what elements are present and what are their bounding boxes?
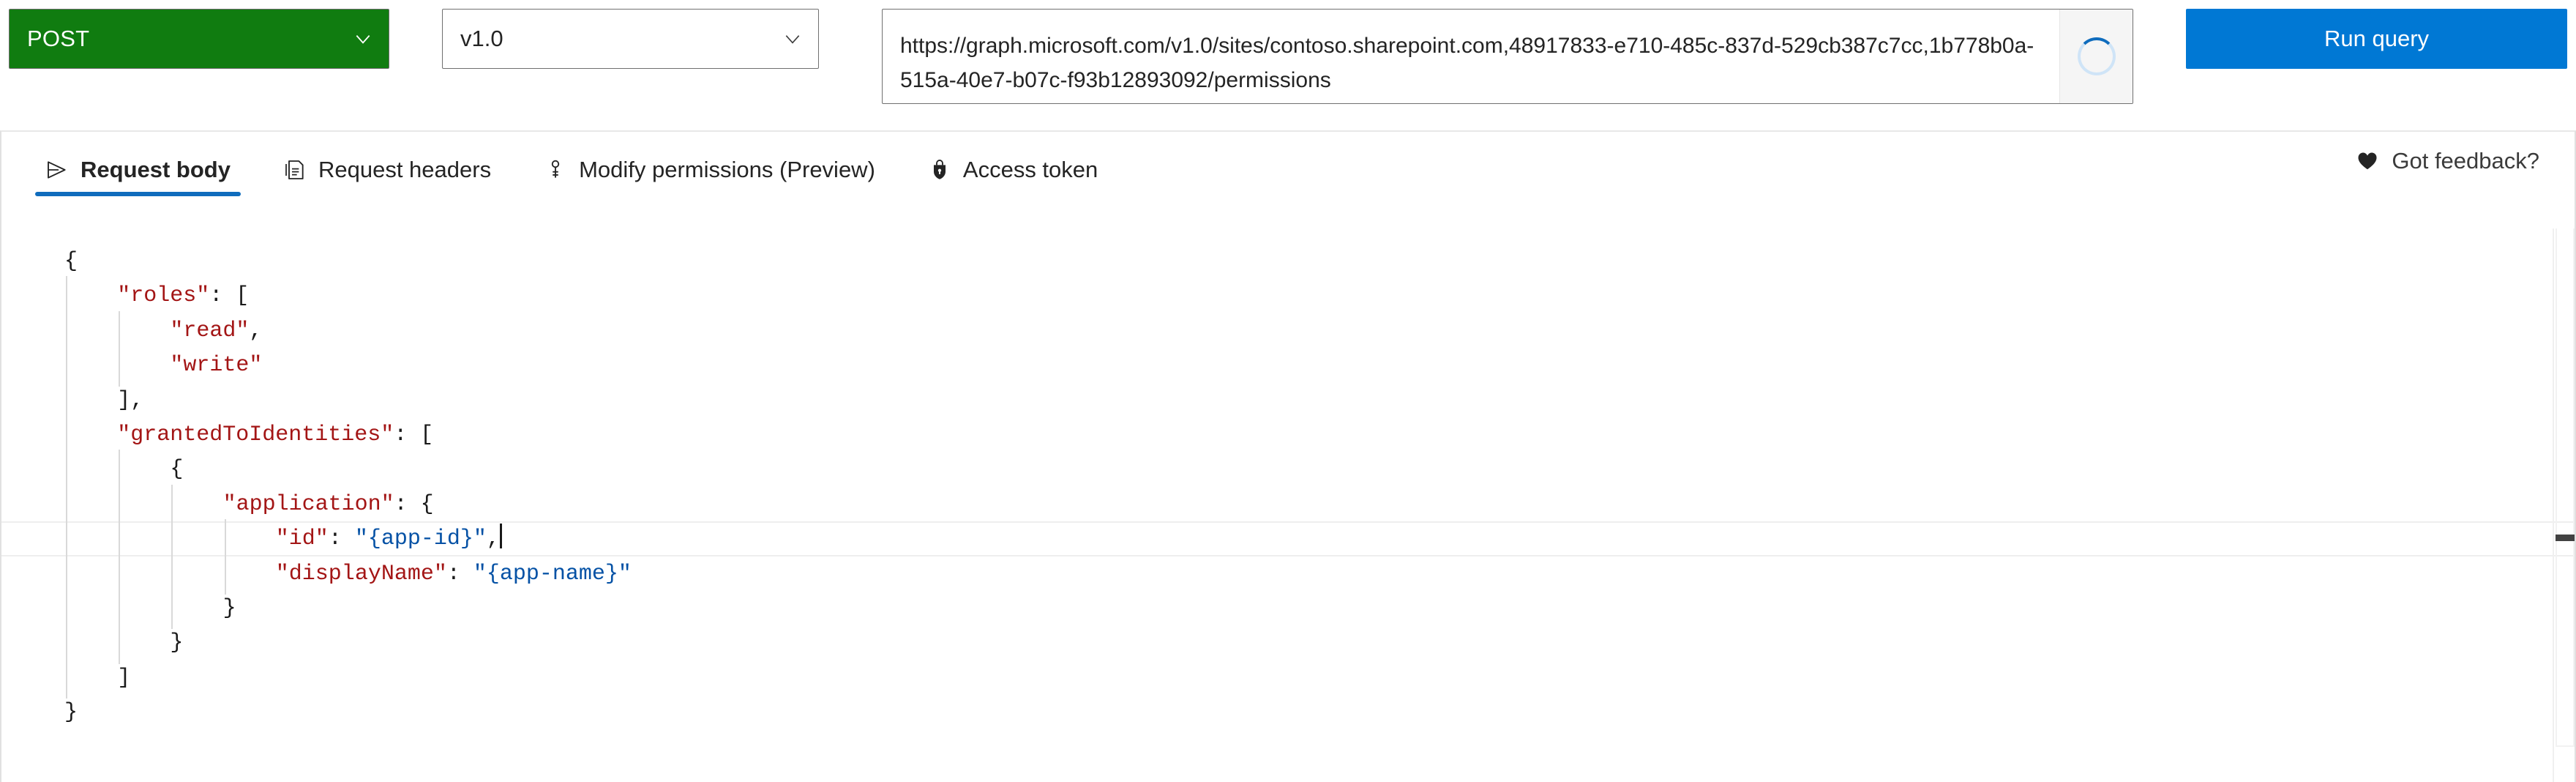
code-token-str: "{app-name}" <box>473 561 632 586</box>
code-token-str: "{app-id}" <box>354 526 487 552</box>
code-line[interactable]: } <box>1 592 236 626</box>
api-version-dropdown[interactable]: v1.0 <box>442 9 819 69</box>
text-cursor <box>499 524 502 549</box>
code-line[interactable]: "read", <box>1 314 262 349</box>
run-query-button[interactable]: Run query <box>2186 9 2567 69</box>
request-tab-strip: Request body Request headers Modify perm… <box>1 132 2575 228</box>
code-token-pun: : <box>328 526 355 552</box>
active-tab-underline <box>35 192 241 196</box>
loading-spinner-icon <box>2077 37 2116 75</box>
code-token-key: "id" <box>275 526 329 552</box>
chevron-down-icon <box>356 35 370 44</box>
request-panel: Request body Request headers Modify perm… <box>0 130 2576 782</box>
code-token-pun: ], <box>117 387 144 413</box>
request-url-field[interactable]: https://graph.microsoft.com/v1.0/sites/c… <box>882 9 2133 104</box>
cursor-position-marker <box>2556 534 2575 541</box>
code-line[interactable]: } <box>1 626 183 660</box>
code-line[interactable]: "write" <box>1 349 262 383</box>
code-token-pun: } <box>170 630 184 656</box>
heart-icon <box>2358 152 2377 170</box>
http-method-dropdown[interactable]: POST <box>9 9 389 69</box>
graph-explorer-request-pane: POST v1.0 https://graph.microsoft.com/v1… <box>0 0 2576 782</box>
code-line[interactable]: } <box>1 696 78 730</box>
code-line[interactable]: ], <box>1 384 143 418</box>
tab-request-headers-label: Request headers <box>318 157 492 182</box>
code-line[interactable]: "grantedToIdentities": [ <box>1 418 433 453</box>
tab-request-body[interactable]: Request body <box>35 132 241 208</box>
code-token-pun: { <box>170 457 184 483</box>
code-token-pun: ] <box>117 665 131 690</box>
code-token-pun: , <box>249 318 263 343</box>
query-bar: POST v1.0 https://graph.microsoft.com/v1… <box>0 0 2576 130</box>
code-token-pun: : [ <box>394 422 434 447</box>
http-method-value: POST <box>27 26 90 51</box>
key-icon <box>551 160 560 178</box>
code-line[interactable]: "id": "{app-id}", <box>1 522 502 556</box>
code-token-pun: : [ <box>209 283 250 309</box>
api-version-value: v1.0 <box>460 26 503 51</box>
tab-request-headers[interactable]: Request headers <box>273 132 501 208</box>
code-token-key: "grantedToIdentities" <box>117 422 394 447</box>
tab-modify-permissions-label: Modify permissions (Preview) <box>579 157 875 182</box>
tab-modify-permissions[interactable]: Modify permissions (Preview) <box>533 132 886 208</box>
request-url-input[interactable]: https://graph.microsoft.com/v1.0/sites/c… <box>883 10 2059 103</box>
code-line[interactable]: "application": { <box>1 488 434 522</box>
editor-overview-ruler[interactable] <box>2553 228 2575 782</box>
request-body-editor[interactable]: {"roles": ["read", "write"], "grantedToIde… <box>1 228 2575 782</box>
url-status-cell <box>2059 10 2133 103</box>
code-token-pun: : { <box>394 491 434 517</box>
tab-access-token-label: Access token <box>962 157 1098 182</box>
got-feedback-label: Got feedback? <box>2392 148 2539 174</box>
code-line[interactable]: "displayName": "{app-name}" <box>1 557 632 592</box>
code-token-pun: { <box>64 249 78 274</box>
code-token-key: "write" <box>170 353 263 379</box>
chevron-down-icon <box>785 35 800 44</box>
editor-scrollbar-thumb[interactable] <box>2556 228 2575 747</box>
shield-lock-icon <box>933 160 946 179</box>
tab-access-token[interactable]: Access token <box>918 132 1108 208</box>
code-token-key: "application" <box>222 491 394 517</box>
code-line[interactable]: "roles": [ <box>1 279 249 313</box>
code-token-key: "read" <box>170 318 250 343</box>
code-token-pun: , <box>486 526 500 552</box>
document-icon <box>285 160 304 179</box>
code-token-pun: } <box>222 596 236 621</box>
code-token-pun: } <box>64 700 78 726</box>
tab-request-body-label: Request body <box>80 157 231 182</box>
code-line[interactable]: ] <box>1 661 130 696</box>
send-arrow-icon <box>48 161 66 179</box>
code-line[interactable]: { <box>1 453 183 487</box>
got-feedback-link[interactable]: Got feedback? <box>2356 148 2539 174</box>
code-token-key: "displayName" <box>275 561 447 586</box>
code-token-pun: : <box>446 561 473 586</box>
code-line[interactable]: { <box>1 245 78 279</box>
code-token-key: "roles" <box>117 283 210 309</box>
